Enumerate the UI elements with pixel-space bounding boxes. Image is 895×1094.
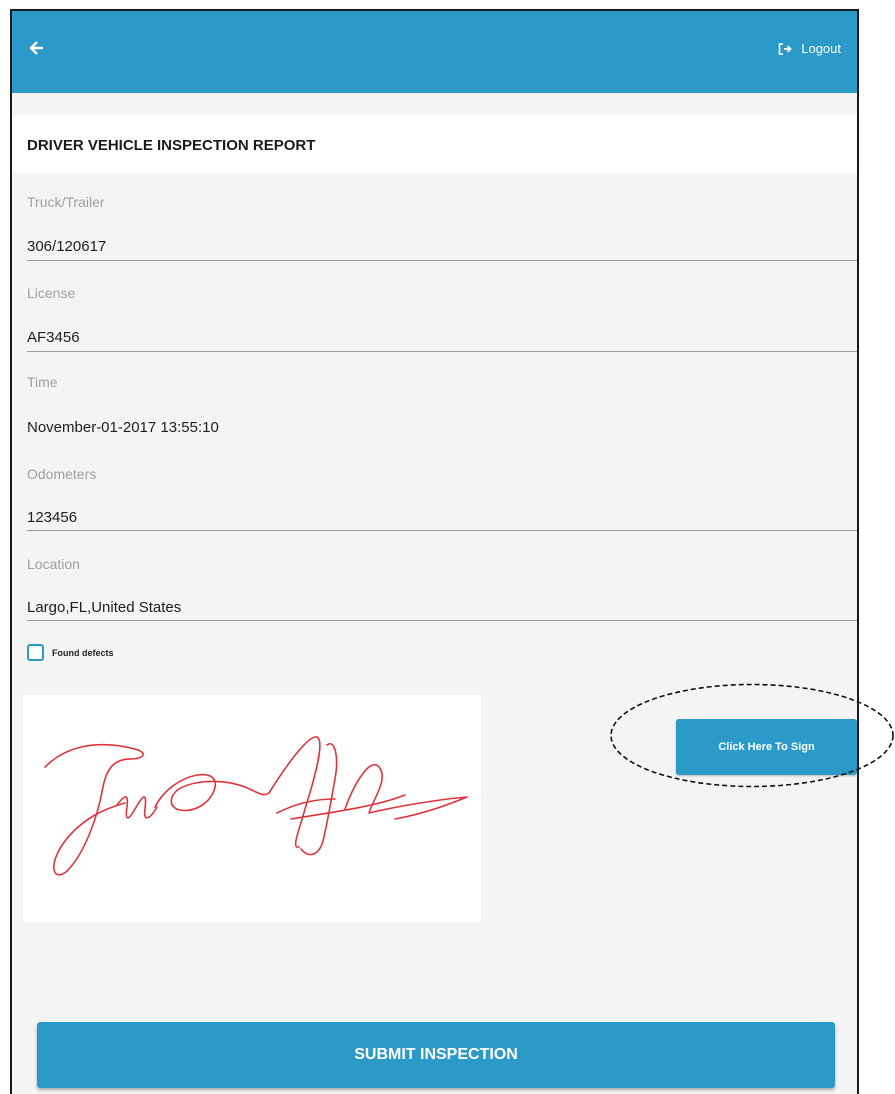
field-value[interactable]: 306/120617 — [27, 238, 106, 255]
arrow-left-icon[interactable] — [28, 39, 46, 57]
page-title: DRIVER VEHICLE INSPECTION REPORT — [27, 137, 316, 154]
checkbox-box[interactable] — [27, 644, 44, 661]
field-underline — [27, 530, 857, 531]
found-defects-label: Found defects — [52, 647, 114, 658]
submit-inspection-button[interactable]: SUBMIT INSPECTION — [37, 1022, 835, 1088]
header-card: DRIVER VEHICLE INSPECTION REPORT — [12, 115, 857, 173]
field-label: Location — [27, 556, 80, 572]
field-underline — [27, 260, 857, 261]
field-value[interactable]: AF3456 — [27, 329, 80, 346]
highlight-ellipse — [610, 683, 894, 788]
top-bar: Logout — [12, 11, 857, 93]
field-label: Odometers — [27, 466, 97, 482]
field-label: Time — [27, 374, 58, 390]
field-underline — [27, 620, 857, 621]
app-frame: Logout DRIVER VEHICLE INSPECTION REPORT … — [10, 9, 859, 1094]
field-label: Truck/Trailer — [27, 194, 105, 210]
field-underline — [27, 351, 857, 352]
logout-button[interactable]: Logout — [778, 41, 841, 56]
logout-label: Logout — [801, 41, 841, 56]
field-value[interactable]: November-01-2017 13:55:10 — [27, 419, 219, 436]
found-defects-checkbox[interactable]: Found defects — [27, 644, 114, 661]
field-value[interactable]: 123456 — [27, 509, 77, 526]
field-label: License — [27, 285, 76, 301]
signature-drawing — [44, 736, 468, 876]
signature-area — [23, 695, 481, 922]
sign-out-icon — [778, 42, 793, 55]
field-value[interactable]: Largo,FL,United States — [27, 599, 181, 616]
